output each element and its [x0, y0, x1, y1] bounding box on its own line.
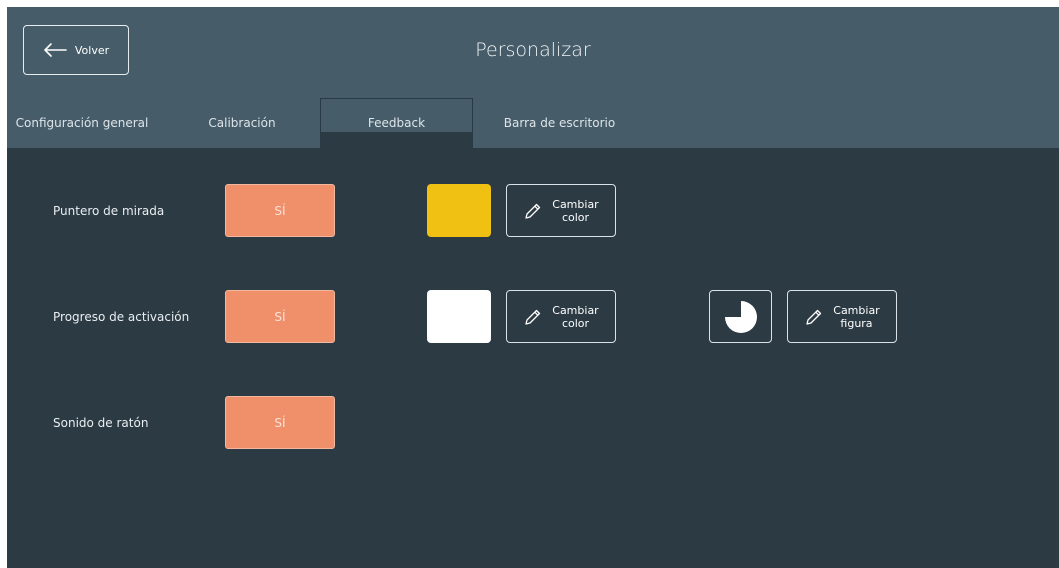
tab-barra-de-escritorio[interactable]: Barra de escritorio	[492, 98, 627, 148]
activation-progress-toggle[interactable]: SÍ	[225, 290, 335, 343]
tab-label: Configuración general	[15, 116, 149, 130]
button-label-line-2: figura	[840, 316, 873, 330]
gaze-pointer-change-color-button[interactable]: Cambiar color	[506, 184, 616, 237]
toggle-label: SÍ	[274, 415, 286, 430]
button-label-line-2: color	[561, 210, 590, 224]
mouse-sound-toggle[interactable]: SÍ	[225, 396, 335, 449]
tab-label: Feedback	[367, 116, 426, 130]
row-label-sonido-de-raton: Sonido de ratón	[53, 416, 149, 430]
tab-feedback[interactable]: Feedback	[320, 98, 473, 148]
row-label-progreso-de-activacion: Progreso de activación	[53, 310, 190, 324]
toggle-label: SÍ	[274, 309, 286, 324]
activation-progress-change-shape-button[interactable]: Cambiar figura	[787, 290, 897, 343]
gaze-pointer-color-swatch[interactable]	[427, 184, 491, 237]
toggle-label: SÍ	[274, 203, 286, 218]
activation-shape-preview[interactable]	[709, 290, 772, 343]
pie-progress-icon	[724, 300, 757, 333]
pencil-icon	[806, 309, 822, 325]
header: Volver Personalizar Configuración genera…	[7, 7, 1059, 148]
page-title: Personalizar	[475, 39, 591, 61]
tab-calibracion[interactable]: Calibración	[197, 98, 287, 148]
app-window: Volver Personalizar Configuración genera…	[7, 7, 1059, 568]
button-label-line-1: Cambiar	[552, 303, 599, 317]
button-label-line-2: color	[561, 316, 590, 330]
activation-progress-change-color-button[interactable]: Cambiar color	[506, 290, 616, 343]
gaze-pointer-toggle[interactable]: SÍ	[225, 184, 335, 237]
activation-progress-color-swatch[interactable]	[427, 290, 491, 343]
tab-configuracion-general[interactable]: Configuración general	[7, 98, 157, 148]
row-label-puntero-de-mirada: Puntero de mirada	[53, 204, 165, 218]
tab-label: Barra de escritorio	[503, 116, 616, 130]
pencil-icon	[525, 309, 541, 325]
button-label-line-1: Cambiar	[552, 197, 599, 211]
pencil-icon	[525, 203, 541, 219]
tab-label: Calibración	[208, 116, 276, 130]
button-label-line-1: Cambiar	[833, 303, 880, 317]
